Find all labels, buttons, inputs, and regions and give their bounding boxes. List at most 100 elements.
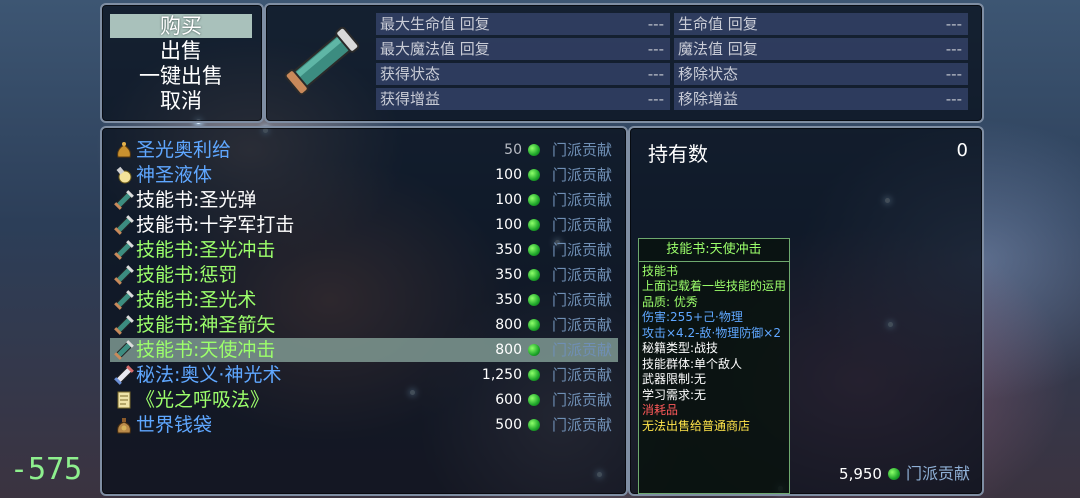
tooltip-line: 武器限制:无 — [642, 372, 707, 386]
item-currency: 门派贡献 — [551, 191, 612, 209]
shop-item-selected[interactable]: 技能书:天使冲击 800 门派贡献 — [110, 338, 618, 362]
item-name: 《光之呼吸法》 — [136, 389, 270, 411]
shop-item[interactable]: 技能书:神圣箭矢 800 门派贡献 — [110, 313, 618, 337]
item-name: 技能书:天使冲击 — [136, 339, 276, 361]
item-price: 100 — [495, 167, 522, 183]
stat-row: 移除增益 --- — [674, 88, 968, 110]
stat-label: 生命值 回复 — [678, 15, 758, 33]
stat-value: --- — [647, 90, 664, 108]
menu-sell[interactable]: 出售 — [110, 39, 252, 63]
stat-label: 魔法值 回复 — [678, 40, 758, 58]
item-currency: 门派贡献 — [551, 216, 612, 234]
item-info-panel: 最大生命值 回复 --- 生命值 回复 --- 最大魔法值 回复 --- 魔法值 回复… — [264, 3, 984, 123]
item-currency: 门派贡献 — [551, 166, 612, 184]
currency-balance: 5,950 门派贡献 — [839, 460, 970, 484]
shop-item[interactable]: 技能书:圣光冲击 350 门派贡献 — [110, 238, 618, 262]
command-menu: 购买 出售 一键出售 取消 — [100, 3, 264, 123]
scroll-icon — [284, 26, 360, 96]
item-currency: 门派贡献 — [551, 291, 612, 309]
shop-item[interactable]: 技能书:圣光术 350 门派贡献 — [110, 288, 618, 312]
item-price: 100 — [495, 217, 522, 233]
coin-icon — [528, 344, 540, 356]
stat-value: --- — [945, 15, 962, 33]
holding-label: 持有数 — [648, 142, 708, 166]
coin-icon — [528, 244, 540, 256]
tooltip-line: 技能书 — [642, 263, 679, 278]
tooltip-title: 技能书:天使冲击 — [639, 239, 789, 262]
frame-counter: -575 — [10, 452, 83, 487]
item-name: 技能书:惩罚 — [136, 264, 238, 286]
coin-icon — [528, 194, 540, 206]
coin-icon — [528, 319, 540, 331]
manual-icon — [117, 391, 131, 409]
menu-buy[interactable]: 购买 — [110, 14, 252, 38]
shop-item[interactable]: 神圣液体 100 门派贡献 — [110, 163, 618, 187]
item-name: 神圣液体 — [136, 164, 213, 186]
stat-value: --- — [945, 40, 962, 58]
shop-item[interactable]: 圣光奥利给 50 门派贡献 — [110, 138, 618, 162]
item-price: 800 — [495, 342, 522, 358]
item-currency: 门派贡献 — [551, 416, 612, 434]
tooltip-line: 品质: 优秀 — [642, 294, 698, 309]
coin-icon — [528, 394, 540, 406]
coin-icon — [528, 269, 540, 281]
item-price: 600 — [495, 392, 522, 408]
coin-icon — [528, 219, 540, 231]
item-price: 1,250 — [481, 367, 522, 383]
stat-row: 魔法值 回复 --- — [674, 38, 968, 60]
item-price: 50 — [504, 142, 522, 158]
stat-label: 移除增益 — [678, 90, 739, 108]
secret-scroll-icon — [114, 365, 134, 385]
item-name: 技能书:圣光弹 — [136, 189, 257, 211]
shop-item[interactable]: 世界钱袋 500 门派贡献 — [110, 413, 618, 437]
stat-value: --- — [945, 90, 962, 108]
stat-row: 最大魔法值 回复 --- — [376, 38, 670, 60]
stat-row: 获得状态 --- — [376, 63, 670, 85]
shop-item[interactable]: 技能书:惩罚 350 门派贡献 — [110, 263, 618, 287]
skillbook-icon — [114, 215, 134, 235]
tooltip-line: 攻击×4.2-敌·物理防御×2 — [642, 325, 781, 340]
item-name: 世界钱袋 — [136, 414, 213, 436]
stat-label: 最大生命值 回复 — [380, 15, 490, 33]
stat-row: 获得增益 --- — [376, 88, 670, 110]
shop-item[interactable]: 秘法:奥义·神光术 1,250 门派贡献 — [110, 363, 618, 387]
item-currency: 门派贡献 — [551, 391, 612, 409]
item-price: 800 — [495, 317, 522, 333]
coin-icon — [528, 144, 540, 156]
coin-icon — [528, 169, 540, 181]
money-bag-icon — [117, 418, 131, 434]
item-price: 500 — [495, 417, 522, 433]
coin-icon — [528, 419, 540, 431]
item-currency: 门派贡献 — [551, 266, 612, 284]
stat-row: 生命值 回复 --- — [674, 13, 968, 35]
stat-label: 最大魔法值 回复 — [380, 40, 490, 58]
skillbook-icon — [114, 340, 134, 360]
holding-count: 0 — [956, 140, 968, 161]
balance-currency: 门派贡献 — [905, 464, 970, 483]
item-name: 技能书:神圣箭矢 — [136, 314, 276, 336]
tooltip-line: 消耗品 — [642, 403, 679, 417]
skillbook-icon — [114, 265, 134, 285]
stat-row: 移除状态 --- — [674, 63, 968, 85]
coin-icon — [528, 369, 540, 381]
menu-cancel[interactable]: 取消 — [110, 89, 252, 113]
item-name: 秘法:奥义·神光术 — [136, 364, 282, 386]
tooltip-line: 技能群体:单个敌人 — [642, 356, 743, 371]
item-currency: 门派贡献 — [551, 341, 612, 359]
coin-icon — [528, 294, 540, 306]
item-price: 350 — [495, 242, 522, 258]
skillbook-icon — [114, 190, 134, 210]
stat-label: 获得状态 — [380, 65, 441, 83]
menu-sell-all[interactable]: 一键出售 — [110, 64, 252, 88]
stat-label: 获得增益 — [380, 90, 441, 108]
item-currency: 门派贡献 — [551, 241, 612, 259]
tooltip-line: 无法出售给普通商店 — [642, 418, 751, 433]
skillbook-icon — [114, 315, 134, 335]
skillbook-icon — [114, 290, 134, 310]
item-currency: 门派贡献 — [551, 316, 612, 334]
item-price: 350 — [495, 292, 522, 308]
shop-item[interactable]: 《光之呼吸法》 600 门派贡献 — [110, 388, 618, 412]
shop-item[interactable]: 技能书:圣光弹 100 门派贡献 — [110, 188, 618, 212]
shop-item[interactable]: 技能书:十字军打击 100 门派贡献 — [110, 213, 618, 237]
item-currency: 门派贡献 — [551, 141, 612, 159]
